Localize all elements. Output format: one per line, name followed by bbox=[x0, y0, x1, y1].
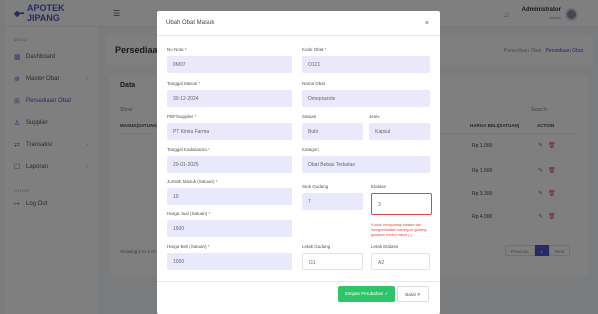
tanggal-masuk-label: Tanggal Masuk * bbox=[167, 81, 201, 86]
kode-obat-field[interactable]: O121 bbox=[302, 56, 430, 73]
close-icon[interactable]: × bbox=[425, 20, 429, 27]
stok-gudang-label: Stok Gudang bbox=[302, 184, 329, 189]
jenis-field[interactable]: Kapsul bbox=[369, 123, 430, 140]
jumlah-masuk-field[interactable]: 10 bbox=[167, 188, 292, 205]
tanggal-masuk-field[interactable]: 30-12-2024 bbox=[167, 90, 292, 107]
edit-stock-modal: Ubah Obat Masuk × No Nota * 0M07 Tanggal… bbox=[157, 11, 440, 314]
modal-header: Ubah Obat Masuk × bbox=[157, 11, 440, 36]
cancel-button[interactable]: Batal ✕ bbox=[397, 286, 429, 302]
satuan-label: Satuan bbox=[302, 114, 317, 119]
letak-gudang-field[interactable]: G1 bbox=[302, 253, 363, 270]
stok-gudang-field[interactable]: 7 bbox=[302, 193, 363, 210]
kategori-label: Kategori bbox=[302, 147, 319, 152]
no-nota-field[interactable]: 0M07 bbox=[167, 56, 292, 73]
letak-etalase-label: Letak Etalase bbox=[371, 244, 399, 249]
tanggal-kadaluarsa-field[interactable]: 20-01-2025 bbox=[167, 156, 292, 173]
supplier-label: PBF/Supplier * bbox=[167, 114, 197, 119]
satuan-field[interactable]: Butir bbox=[302, 123, 363, 140]
nama-obat-label: Nama Obat bbox=[302, 81, 326, 86]
nama-obat-field[interactable]: Omeprazole bbox=[302, 90, 430, 107]
etalase-label: Etalase bbox=[371, 184, 387, 189]
harga-beli-field[interactable]: 1000 bbox=[167, 253, 292, 270]
letak-gudang-label: Letak Gudang bbox=[302, 244, 331, 249]
harga-jual-field[interactable]: 1500 bbox=[167, 220, 292, 237]
harga-beli-label: Harga Beli (Satuan) * bbox=[167, 244, 210, 249]
supplier-field[interactable]: PT Kimia Farma bbox=[167, 123, 292, 140]
kategori-field[interactable]: Obat Bebas Terbatas bbox=[302, 156, 430, 173]
letak-etalase-field[interactable]: A2 bbox=[371, 253, 430, 270]
etalase-field[interactable]: 3 bbox=[371, 193, 432, 215]
jenis-label: Jenis bbox=[369, 114, 380, 119]
tanggal-kadaluarsa-label: Tanggal Kadaluarsa * bbox=[167, 147, 210, 152]
kode-obat-label: Kode Obat * bbox=[302, 47, 327, 52]
no-nota-label: No Nota * bbox=[167, 47, 187, 52]
modal-title: Ubah Obat Masuk bbox=[166, 20, 215, 26]
jumlah-masuk-label: Jumlah Masuk (Satuan) * bbox=[167, 179, 218, 184]
etalase-warning: *Untuk mengurangi etalase dan mengembali… bbox=[371, 223, 427, 237]
save-changes-button[interactable]: Simpan Perubahan ✓ bbox=[338, 286, 395, 302]
harga-jual-label: Harga Jual (Satuan) * bbox=[167, 211, 211, 216]
